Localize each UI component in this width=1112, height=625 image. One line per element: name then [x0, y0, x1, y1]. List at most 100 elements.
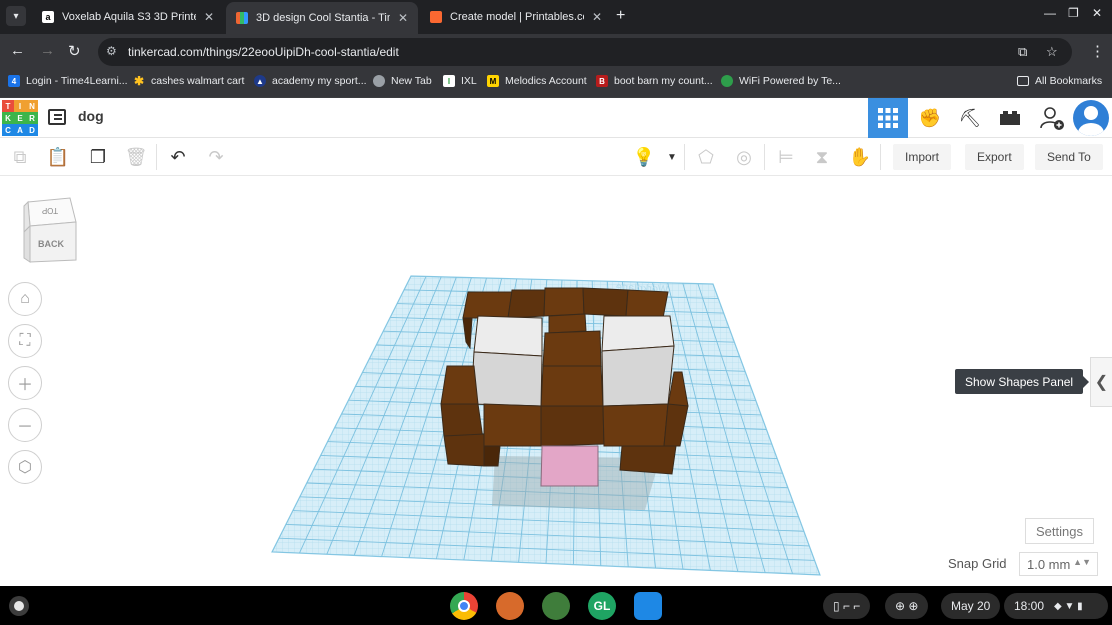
cruise-icon[interactable]: ✋	[848, 145, 872, 169]
dog-model[interactable]	[440, 287, 689, 487]
restore-icon[interactable]: ❐	[1068, 6, 1079, 20]
game-app-2-icon[interactable]	[542, 592, 570, 620]
time-text: 18:00	[1014, 599, 1045, 613]
brown-block[interactable]	[548, 313, 587, 334]
bookmark-item[interactable]: M Melodics Account	[487, 75, 587, 87]
melodics-icon: M	[487, 75, 499, 87]
snap-grid-select[interactable]: 1.0 mm ▲▼	[1019, 552, 1098, 576]
align-icon[interactable]: ⊨	[774, 145, 798, 169]
gl-app-icon[interactable]: GL	[588, 592, 616, 620]
send-to-button[interactable]: Send To	[1035, 144, 1103, 170]
close-icon[interactable]: ✕	[398, 11, 408, 25]
ungroup-icon[interactable]: ◎	[732, 145, 756, 169]
import-button[interactable]: Import	[893, 144, 952, 170]
bookmark-item[interactable]: ✱ cashes walmart cart	[133, 74, 244, 88]
3d-design-view-button[interactable]	[868, 98, 908, 138]
new-tab-button[interactable]: +	[616, 7, 625, 25]
logo-letter: R	[26, 112, 38, 124]
logo-letter: E	[14, 112, 26, 124]
files-icon[interactable]	[634, 592, 662, 620]
tab-voxelab[interactable]: a Voxelab Aquila S3 3D Printer w ✕	[32, 4, 224, 30]
minimize-icon[interactable]: —	[1044, 6, 1056, 20]
bookmark-star-icon[interactable]: ☆	[1046, 44, 1058, 60]
reload-icon[interactable]: ↻	[68, 42, 81, 60]
tab-search-icon[interactable]: ▾	[6, 6, 26, 26]
mirror-icon[interactable]: ⧗	[810, 145, 834, 169]
all-bookmarks-button[interactable]: All Bookmarks	[1017, 75, 1102, 87]
launcher-icon[interactable]	[9, 596, 29, 616]
minecraft-button[interactable]: ⛏	[950, 98, 990, 138]
white-block[interactable]	[601, 345, 675, 407]
delete-icon[interactable]: 🗑	[124, 145, 148, 169]
tinkercad-logo[interactable]: T I N K E R C A D	[2, 100, 38, 136]
logo-letter: N	[26, 100, 38, 112]
brown-block[interactable]	[619, 445, 677, 475]
forward-arrow-icon[interactable]: →	[40, 42, 55, 59]
add-person-icon	[1040, 107, 1064, 130]
brown-block[interactable]	[443, 433, 485, 467]
undo-icon[interactable]: ↶	[166, 145, 190, 169]
brown-block[interactable]	[507, 289, 546, 319]
close-icon[interactable]: ✕	[592, 10, 602, 24]
bookmark-item[interactable]: ▲ academy my sport...	[254, 75, 367, 87]
bookmark-item[interactable]: B boot barn my count...	[596, 75, 713, 87]
site-info-icon[interactable]: ⚙	[106, 44, 117, 58]
settings-button[interactable]: Settings	[1025, 518, 1094, 544]
brown-block[interactable]	[543, 287, 585, 317]
logo-letter: A	[14, 124, 26, 136]
screen-capture-pill[interactable]: ▯ ⌐ ⌐	[823, 593, 871, 619]
folder-icon	[1017, 76, 1029, 86]
white-block[interactable]	[601, 315, 675, 352]
chevron-down-icon[interactable]: ▼	[660, 145, 684, 169]
bookmark-item[interactable]: WiFi Powered by Te...	[721, 75, 841, 87]
invite-button[interactable]	[1032, 98, 1072, 138]
back-arrow-icon[interactable]: ←	[10, 42, 25, 59]
duplicate-icon[interactable]: ❐	[86, 145, 110, 169]
snap-grid-value: 1.0 mm	[1027, 556, 1071, 572]
grid-icon	[878, 108, 898, 128]
bricks-button[interactable]	[990, 98, 1030, 138]
white-block[interactable]	[470, 351, 543, 407]
address-bar[interactable]: ⚙ tinkercad.com/things/22eooUipiDh-cool-…	[98, 38, 1072, 66]
bookmark-item[interactable]: 4 Login - Time4Learni...	[8, 75, 128, 87]
brown-block[interactable]	[582, 287, 629, 317]
brown-block[interactable]	[483, 403, 542, 447]
brown-block[interactable]	[540, 405, 605, 447]
pink-block[interactable]	[540, 445, 599, 487]
brown-block[interactable]	[625, 289, 669, 319]
browser-menu-icon[interactable]: ⋮	[1090, 42, 1105, 60]
game-app-icon[interactable]	[496, 592, 524, 620]
brown-block[interactable]	[540, 365, 604, 407]
3d-viewport[interactable]: TOP BACK ⌂ ⛶ ＋ － ⬡ Workplane Show Shapes…	[0, 176, 1112, 586]
copy-icon[interactable]: ⧉	[8, 145, 32, 169]
status-tray[interactable]: 18:00 ◆ ▼ ▮	[1004, 593, 1108, 619]
lightbulb-icon[interactable]: 💡	[632, 145, 656, 169]
show-shapes-panel-button[interactable]: ❮	[1090, 357, 1112, 407]
brick-icon	[1000, 111, 1020, 125]
tab-printables[interactable]: Create model | Printables.com ✕	[420, 4, 612, 30]
redo-icon[interactable]: ↷	[204, 145, 228, 169]
brown-block[interactable]	[462, 291, 513, 319]
design-name[interactable]: dog	[78, 108, 104, 124]
chrome-icon[interactable]	[450, 592, 478, 620]
bookmark-item[interactable]: New Tab	[373, 75, 432, 87]
design-list-icon[interactable]	[48, 109, 66, 125]
paste-icon[interactable]: 📋	[46, 145, 70, 169]
export-button[interactable]: Export	[965, 144, 1024, 170]
logo-letter: T	[2, 100, 14, 112]
date-pill[interactable]: May 20	[941, 593, 1001, 619]
bookmark-item[interactable]: I IXL	[443, 75, 477, 87]
avatar[interactable]	[1073, 100, 1109, 136]
brown-block[interactable]	[542, 330, 602, 367]
cast-icon[interactable]: ⧉	[1018, 44, 1027, 60]
pickaxe-icon: ⛏	[958, 107, 982, 128]
tab-tinkercad[interactable]: 3D design Cool Stantia - Tinker ✕	[226, 2, 418, 34]
stylus-pill[interactable]: ⊕ ⊕	[885, 593, 929, 619]
close-icon[interactable]: ✕	[204, 10, 214, 24]
group-icon[interactable]: ⬠	[694, 145, 718, 169]
sim-lab-button[interactable]: ✊	[910, 98, 950, 138]
close-window-icon[interactable]: ✕	[1092, 6, 1102, 20]
white-block[interactable]	[473, 315, 543, 357]
brown-block[interactable]	[602, 403, 669, 447]
brown-block[interactable]	[440, 365, 479, 405]
